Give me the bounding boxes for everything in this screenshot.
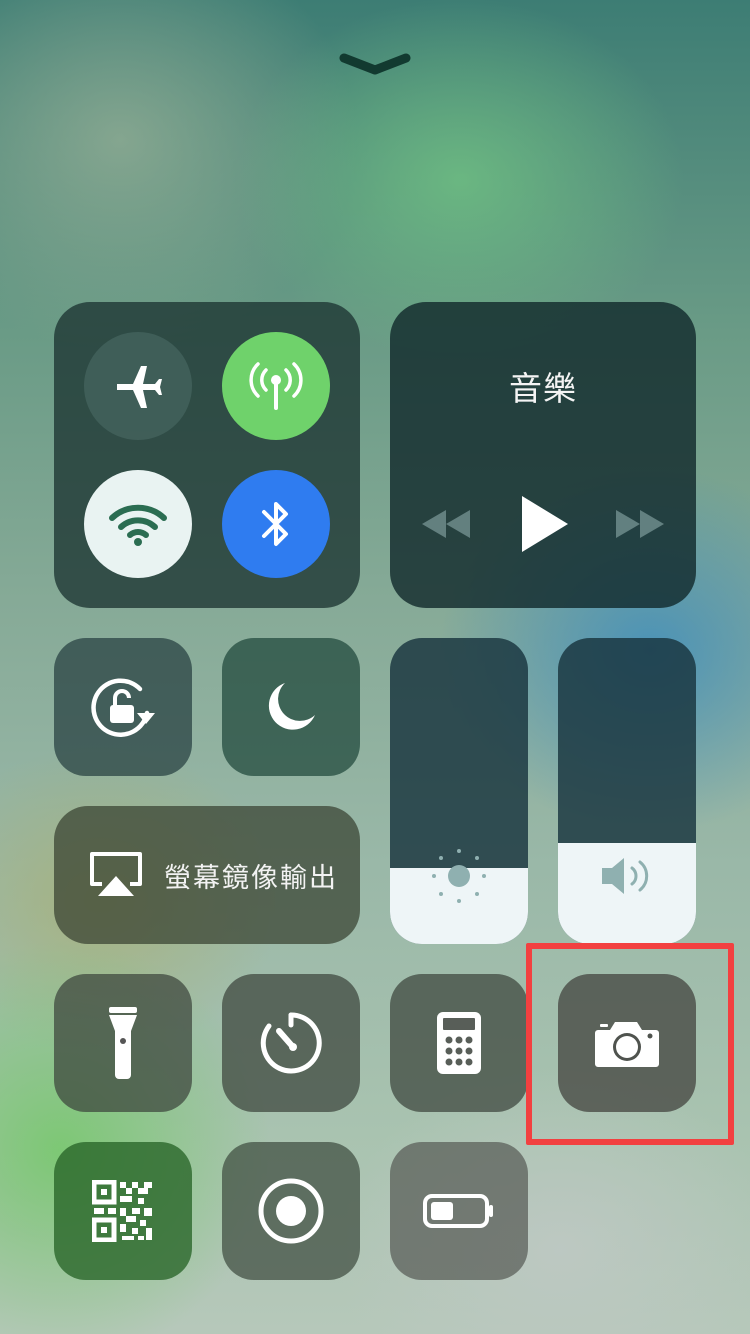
volume-slider[interactable] [558, 638, 696, 944]
music-panel[interactable]: 音樂 [390, 302, 696, 608]
battery-icon [423, 1194, 493, 1228]
brightness-slider[interactable] [390, 638, 528, 944]
flashlight-icon [109, 1007, 137, 1079]
wifi-icon [109, 504, 167, 546]
flashlight-button[interactable] [54, 974, 192, 1112]
wifi-button[interactable] [84, 470, 192, 578]
orientation-lock-button[interactable] [54, 638, 192, 776]
cellular-antenna-icon [249, 362, 303, 410]
play-icon[interactable] [516, 492, 572, 556]
chevron-down-icon[interactable] [338, 48, 412, 78]
record-icon [258, 1178, 324, 1244]
qr-scanner-button[interactable] [54, 1142, 192, 1280]
low-power-mode-button[interactable] [390, 1142, 528, 1280]
calculator-icon [437, 1012, 481, 1074]
moon-icon [268, 683, 315, 730]
cellular-data-button[interactable] [222, 332, 330, 440]
rotation-lock-icon [91, 678, 155, 737]
sun-icon [432, 849, 486, 903]
screen-recording-button[interactable] [222, 1142, 360, 1280]
rewind-icon[interactable] [420, 504, 474, 544]
music-title: 音樂 [509, 369, 577, 408]
speaker-icon [602, 858, 649, 894]
timer-button[interactable] [222, 974, 360, 1112]
qr-code-icon [92, 1180, 152, 1242]
airplane-mode-button[interactable] [84, 332, 192, 440]
airplay-icon [90, 852, 142, 896]
screen-mirroring-label: 螢幕鏡像輸出 [164, 863, 338, 894]
fast-forward-icon[interactable] [612, 504, 666, 544]
timer-icon [260, 1012, 322, 1074]
do-not-disturb-button[interactable] [222, 638, 360, 776]
bluetooth-icon [262, 502, 288, 546]
camera-highlight-box [526, 943, 734, 1145]
calculator-button[interactable] [390, 974, 528, 1112]
airplane-icon [117, 366, 162, 408]
bluetooth-button[interactable] [222, 470, 330, 578]
